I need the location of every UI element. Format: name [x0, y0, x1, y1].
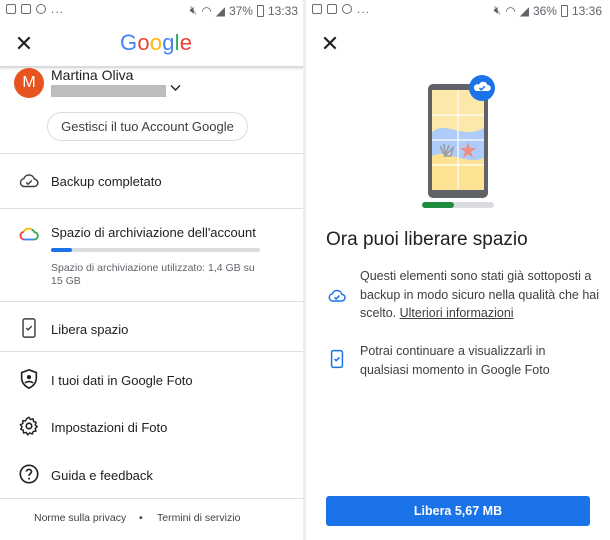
gallery-icon — [6, 4, 16, 14]
free-up-space-title: Ora puoi liberare spazio — [326, 229, 528, 250]
status-right: 🔇︎ ◠ ◢ 36% 13:36 — [494, 3, 602, 18]
cloud-done-icon — [19, 174, 39, 188]
battery-icon — [560, 4, 568, 17]
cloud-done-icon — [328, 289, 346, 302]
phone-check-icon — [22, 318, 36, 338]
divider — [0, 208, 303, 209]
manage-account-button[interactable]: Gestisci il tuo Account Google — [47, 112, 248, 141]
notification-icons: ... — [312, 2, 371, 16]
clock: 13:33 — [267, 3, 298, 18]
more-notifications-icon: ... — [357, 2, 371, 16]
storage-progress-fill — [51, 248, 72, 252]
terms-link[interactable]: Termini di servizio — [157, 512, 240, 524]
signal-icon: ◢ — [215, 3, 225, 18]
chevron-down-icon[interactable] — [170, 83, 181, 95]
status-right: 🔇︎ ◠ ◢ 37% 13:33 — [190, 3, 298, 18]
footer-separator: • — [139, 512, 143, 524]
status-bar: ... 🔇︎ ◠ ◢ 36% 13:36 — [306, 0, 610, 22]
basket-icon — [36, 4, 46, 14]
account-email-redacted — [51, 85, 166, 97]
privacy-link[interactable]: Norme sulla privacy — [34, 512, 126, 524]
close-icon[interactable]: ✕ — [318, 32, 342, 56]
google-cloud-icon — [19, 227, 39, 241]
free-up-button[interactable]: Libera 5,67 MB — [326, 496, 590, 526]
mute-icon: 🔇︎ — [189, 3, 198, 17]
your-data-label: I tuoi dati in Google Foto — [51, 373, 193, 388]
battery-percent: 36% — [532, 3, 557, 18]
battery-icon — [256, 4, 264, 17]
help-icon — [19, 464, 39, 484]
notification-icons: ... — [6, 2, 65, 16]
status-bar: ... 🔇︎ ◠ ◢ 37% 13:33 — [0, 0, 306, 22]
basket-icon — [342, 4, 352, 14]
google-photos-account-menu: ... 🔇︎ ◠ ◢ 37% 13:33 ✕ Google M Martina … — [0, 0, 306, 540]
phone-check-icon — [330, 349, 344, 369]
photos-settings-label: Impostazioni di Foto — [51, 420, 168, 435]
more-notifications-icon: ... — [51, 2, 65, 16]
continue-viewing-text: Potrai continuare a visualizzarli in qua… — [360, 344, 550, 377]
divider — [0, 301, 303, 302]
backup-label: Backup completato — [51, 174, 162, 189]
signal-icon: ◢ — [519, 3, 529, 18]
free-up-space-item[interactable]: Libera spazio — [0, 309, 303, 349]
wifi-icon: ◠ — [201, 3, 212, 18]
storage-progress-track — [51, 248, 260, 252]
clock: 13:36 — [571, 3, 602, 18]
your-data-item[interactable]: I tuoi dati in Google Foto — [0, 360, 303, 400]
avatar[interactable]: M — [14, 68, 44, 98]
divider — [0, 351, 303, 352]
header-divider — [0, 66, 303, 68]
storage-freed-progress — [422, 202, 494, 208]
app-icon — [327, 4, 337, 14]
mute-icon: 🔇︎ — [493, 3, 502, 17]
storage-usage-text: Spazio di archiviazione utilizzato: 1,4 … — [51, 262, 255, 287]
help-feedback-item[interactable]: Guida e feedback — [0, 454, 303, 494]
account-name: Martina Oliva — [51, 67, 134, 83]
learn-more-link[interactable]: Ulteriori informazioni — [400, 306, 514, 320]
phone-backup-illustration — [428, 75, 495, 198]
gear-icon — [19, 416, 38, 436]
wifi-icon: ◠ — [505, 3, 516, 18]
backup-explanation: Questi elementi sono stati già sottopost… — [360, 267, 605, 323]
google-logo: Google — [120, 30, 193, 55]
divider — [0, 498, 303, 499]
gallery-icon — [312, 4, 322, 14]
battery-percent: 37% — [228, 3, 253, 18]
free-up-space-screen: ... 🔇︎ ◠ ◢ 36% 13:36 ✕ Ora puoi liberare… — [306, 0, 610, 540]
help-feedback-label: Guida e feedback — [51, 468, 153, 483]
photos-settings-item[interactable]: Impostazioni di Foto — [0, 407, 303, 447]
app-icon — [21, 4, 31, 14]
backup-status-item[interactable]: Backup completato — [0, 161, 303, 201]
storage-label: Spazio di archiviazione dell'account — [51, 225, 256, 240]
divider — [0, 153, 303, 154]
free-up-space-label: Libera spazio — [51, 322, 129, 337]
shield-person-icon — [20, 368, 38, 390]
close-icon[interactable]: ✕ — [12, 32, 36, 56]
